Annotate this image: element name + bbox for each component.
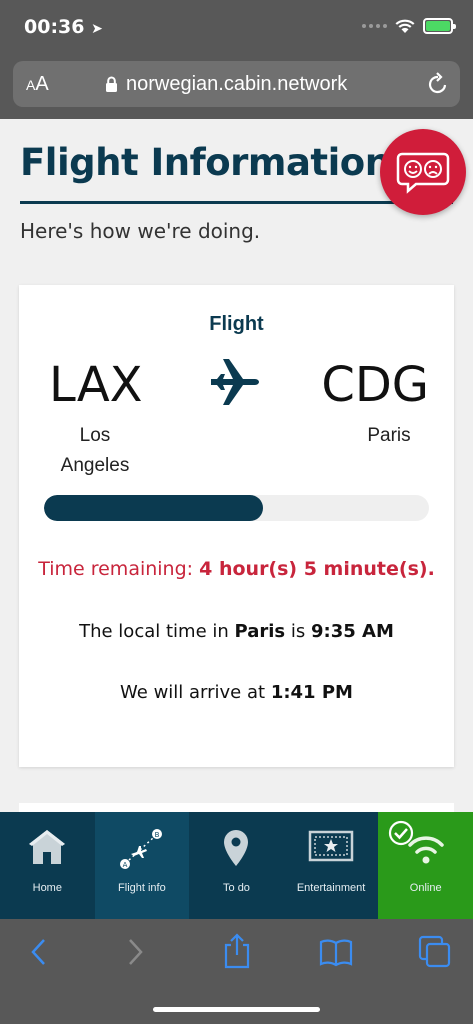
share-icon[interactable] xyxy=(222,933,252,969)
reload-icon[interactable] xyxy=(426,71,450,97)
nav-online[interactable]: Online xyxy=(378,812,473,919)
flight-progress-fill xyxy=(44,495,264,521)
wifi-status-icon xyxy=(395,19,415,33)
arrival-time: We will arrive at 1:41 PM xyxy=(120,682,353,703)
feedback-button[interactable] xyxy=(380,129,466,215)
address-bar[interactable]: AA norwegian.cabin.network xyxy=(13,61,460,107)
nav-to-do-label: To do xyxy=(223,882,250,894)
status-bar: 00:36 ➤ xyxy=(0,0,473,56)
nav-to-do[interactable]: To do xyxy=(189,812,284,919)
status-icons xyxy=(362,18,456,34)
home-indicator xyxy=(153,1007,320,1012)
bookmarks-icon[interactable] xyxy=(319,937,353,967)
next-card xyxy=(19,803,454,812)
back-icon[interactable] xyxy=(28,937,50,967)
wifi-icon xyxy=(407,836,444,864)
flight-label: Flight xyxy=(209,313,264,335)
lock-icon xyxy=(106,76,117,92)
nav-flight-info[interactable]: A B Flight info xyxy=(94,812,190,919)
destination-code: CDG xyxy=(321,357,429,413)
safari-toolbar xyxy=(0,919,473,1024)
home-icon xyxy=(29,830,66,864)
page-subtitle: Here's how we're doing. xyxy=(20,219,261,243)
local-time: The local time in Paris is 9:35 AM xyxy=(79,621,394,642)
browser-address-area: AA norwegian.cabin.network xyxy=(0,56,473,119)
location-pin-icon xyxy=(224,830,249,866)
nav-entertainment[interactable]: Entertainment xyxy=(284,812,379,919)
svg-text:A: A xyxy=(122,861,127,869)
page-title: Flight Information xyxy=(20,141,391,184)
forward-icon[interactable] xyxy=(124,937,146,967)
text-size-button[interactable]: AA xyxy=(26,73,49,96)
nav-home-label: Home xyxy=(32,882,62,894)
title-divider xyxy=(20,201,453,204)
origin-city: Los Angeles xyxy=(60,425,130,476)
airplane-icon xyxy=(211,359,259,405)
nav-entertainment-label: Entertainment xyxy=(296,882,366,894)
battery-icon xyxy=(423,18,456,34)
tabs-icon[interactable] xyxy=(418,935,452,969)
flight-progress-bar xyxy=(44,495,429,521)
destination-city: Paris xyxy=(367,425,411,446)
feedback-faces-icon xyxy=(396,152,450,194)
flight-card: Flight LAX CDG Los Angeles Paris Time re… xyxy=(19,285,454,767)
nav-online-label: Online xyxy=(409,882,442,894)
nav-home[interactable]: Home xyxy=(0,812,95,919)
url-display[interactable]: norwegian.cabin.network xyxy=(105,73,347,96)
ticket-icon xyxy=(308,830,354,862)
svg-text:B: B xyxy=(154,831,159,839)
nav-flight-info-label: Flight info xyxy=(118,882,166,894)
app-bottom-nav: Home A B Flight info To do Entertainment… xyxy=(0,812,473,919)
flight-path-icon: A B xyxy=(119,829,162,869)
status-time: 00:36 ➤ xyxy=(24,16,103,38)
location-arrow-icon: ➤ xyxy=(91,21,103,37)
time-remaining: Time remaining: 4 hour(s) 5 minute(s). xyxy=(38,558,435,580)
origin-code: LAX xyxy=(49,357,143,413)
signal-icon xyxy=(362,24,387,28)
page-content: Flight Information Here's how we're doin… xyxy=(0,119,473,812)
